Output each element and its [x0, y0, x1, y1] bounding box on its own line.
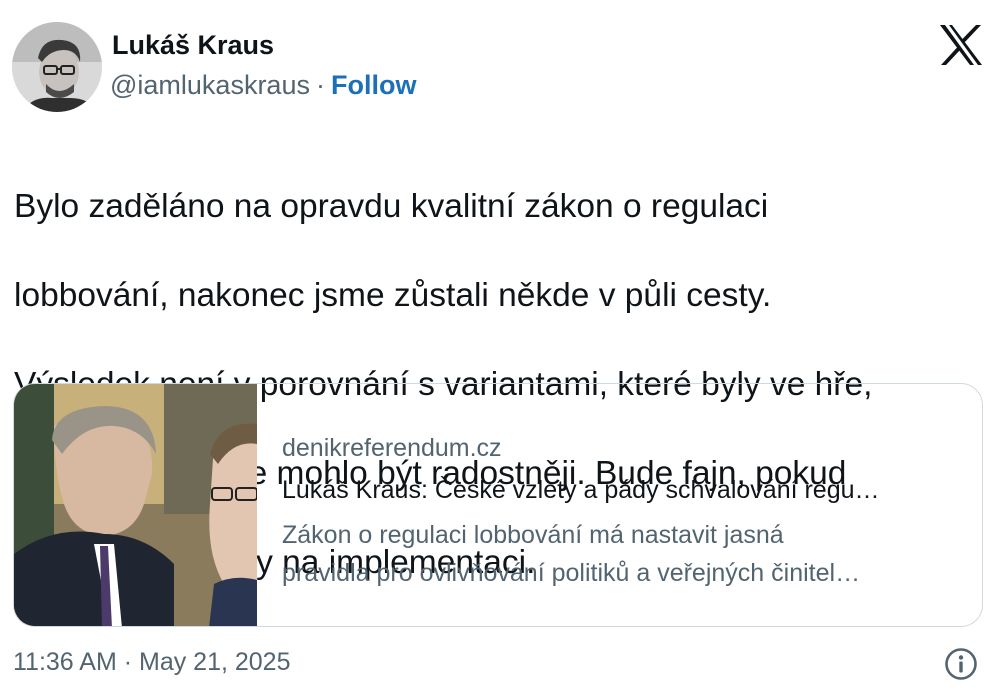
- author-handle-row: @iamlukaskraus · Follow: [110, 70, 416, 101]
- info-icon[interactable]: [944, 647, 978, 681]
- tweet-line: Bylo zaděláno na opravdu kvalitní zákon …: [14, 187, 769, 225]
- card-description-line: pravidla pro ovlivňování politiků a veře…: [282, 559, 861, 587]
- card-domain: denikreferendum.cz: [282, 434, 502, 462]
- card-title: Lukáš Kraus: České vzlety a pády schvalo…: [282, 476, 880, 504]
- avatar-photo: [12, 22, 102, 112]
- x-logo-icon[interactable]: [938, 24, 984, 66]
- link-preview-card[interactable]: denikreferendum.cz Lukáš Kraus: České vz…: [13, 383, 983, 627]
- tweet-timestamp[interactable]: 11:36 AM · May 21, 2025: [13, 648, 290, 677]
- card-description-line: Zákon o regulaci lobbování má nastavit j…: [282, 521, 784, 549]
- separator-dot: ·: [315, 70, 325, 100]
- card-description: Zákon o regulaci lobbování má nastavit j…: [282, 516, 972, 592]
- avatar[interactable]: [12, 22, 102, 112]
- follow-button[interactable]: Follow: [331, 70, 416, 100]
- author-handle[interactable]: @iamlukaskraus: [110, 70, 310, 100]
- author-name[interactable]: Lukáš Kraus: [112, 30, 274, 61]
- tweet-line: lobbování, nakonec jsme zůstali někde v …: [14, 276, 772, 314]
- article-photo: [14, 384, 257, 626]
